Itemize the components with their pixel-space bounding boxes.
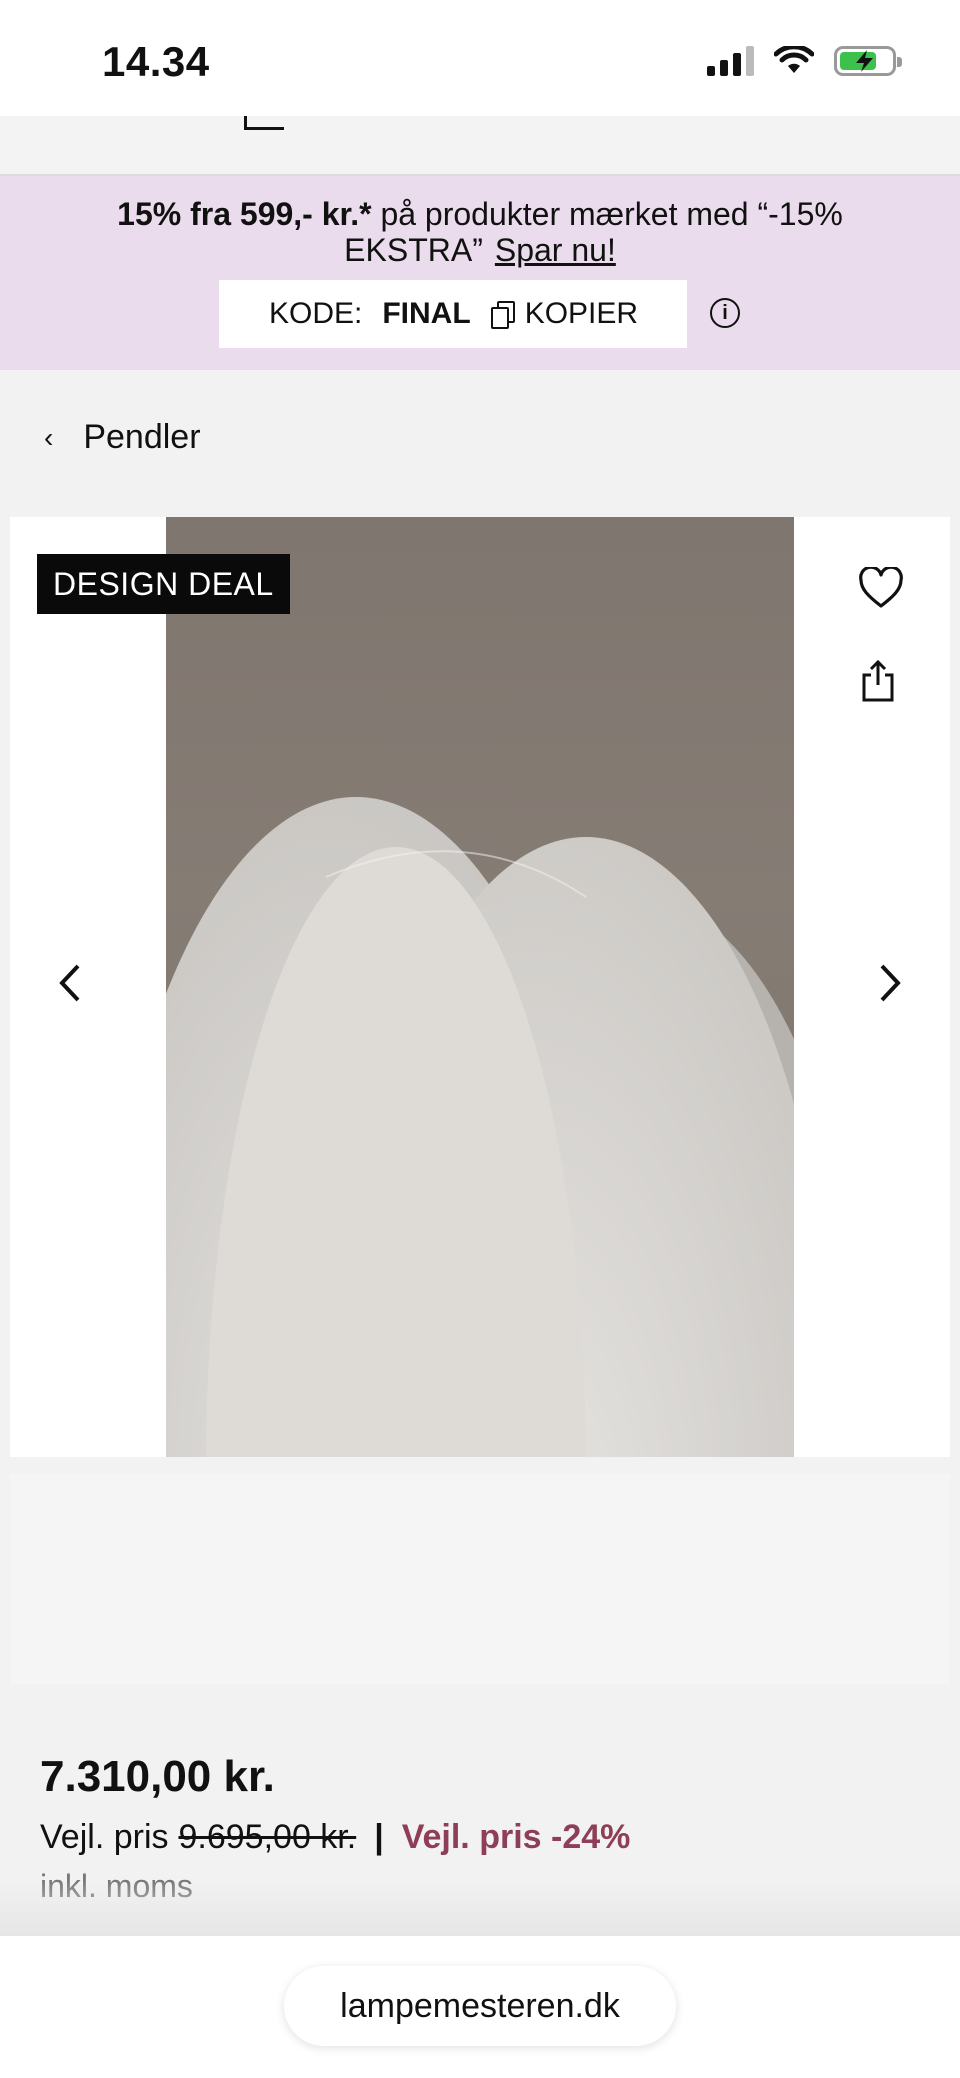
site-header: [0, 116, 960, 176]
status-time: 14.34: [102, 38, 210, 85]
logo-fragment: [244, 116, 284, 130]
bottom-fade: [0, 1880, 960, 1936]
code-label: KODE:: [269, 297, 363, 330]
product-price: 7.310,00 kr.: [40, 1752, 275, 1801]
code-value: FINAL: [382, 297, 471, 330]
chevron-left-icon[interactable]: [58, 963, 82, 1003]
promo-link[interactable]: Spar nu!: [495, 232, 616, 268]
product-image[interactable]: [166, 517, 794, 1457]
copy-button[interactable]: KOPIER: [525, 297, 638, 331]
chevron-left-icon: ‹: [44, 421, 54, 453]
product-gallery[interactable]: DESIGN DEAL: [10, 517, 950, 1457]
wifi-icon: [774, 46, 814, 73]
chevron-right-icon[interactable]: [878, 963, 902, 1003]
share-icon[interactable]: [860, 659, 896, 703]
breadcrumb-label[interactable]: Pendler: [83, 418, 200, 457]
info-icon[interactable]: i: [710, 298, 740, 328]
price-separator: |: [374, 1818, 384, 1856]
status-bar: 14.34: [0, 0, 960, 116]
design-deal-badge: DESIGN DEAL: [37, 554, 290, 614]
rrp-value: 9.695,00 kr.: [178, 1818, 357, 1856]
heart-icon[interactable]: [858, 567, 904, 609]
rrp-row: Vejl. pris 9.695,00 kr. | Vejl. pris -24…: [40, 1818, 630, 1857]
browser-bottom-bar: lampemesteren.dk: [0, 1936, 960, 2078]
rrp-label: Vejl. pris: [40, 1818, 169, 1856]
thumbnail-strip: [10, 1474, 950, 1684]
promo-banner: 15% fra 599,- kr.* på produkter mærket m…: [0, 176, 960, 370]
url-bar[interactable]: lampemesteren.dk: [284, 1966, 676, 2046]
copy-icon[interactable]: [490, 301, 515, 329]
discount-code-box: KODE: FINAL KOPIER: [219, 280, 687, 348]
battery-icon: [834, 46, 902, 76]
promo-text: 15% fra 599,- kr.* på produkter mærket m…: [40, 196, 920, 268]
discount-label: Vejl. pris -24%: [401, 1818, 631, 1856]
breadcrumb[interactable]: ‹ Pendler: [44, 418, 201, 457]
cellular-signal-icon: [707, 46, 754, 76]
promo-highlight: 15% fra 599,- kr.*: [117, 196, 372, 232]
status-icons: [707, 46, 902, 76]
